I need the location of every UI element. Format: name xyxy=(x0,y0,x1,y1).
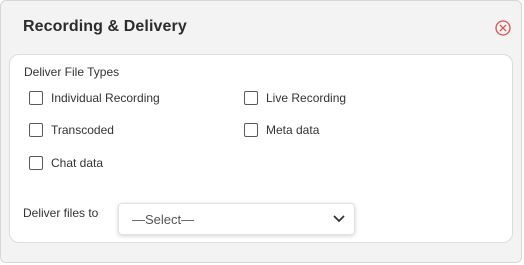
chat-data-checkbox[interactable] xyxy=(29,156,43,170)
option-individual-recording[interactable]: Individual Recording xyxy=(29,91,160,105)
option-label: Meta data xyxy=(266,123,320,137)
chevron-down-icon xyxy=(333,215,345,222)
deliver-files-to-label: Deliver files to xyxy=(23,206,99,220)
file-types-label: Deliver File Types xyxy=(24,65,120,79)
meta-data-checkbox[interactable] xyxy=(244,123,258,137)
deliver-destination-select[interactable]: —Select— xyxy=(118,203,355,235)
select-value: —Select— xyxy=(132,212,195,227)
individual-recording-checkbox[interactable] xyxy=(29,91,43,105)
close-circle-icon xyxy=(495,20,511,36)
option-label: Individual Recording xyxy=(51,91,160,105)
option-label: Transcoded xyxy=(51,123,114,137)
dialog-title: Recording & Delivery xyxy=(23,18,187,35)
transcoded-checkbox[interactable] xyxy=(29,123,43,137)
option-label: Live Recording xyxy=(266,91,347,105)
recording-delivery-dialog: Recording & Delivery Deliver File Types … xyxy=(0,0,522,263)
delivery-panel: Deliver File Types Individual Recording … xyxy=(9,54,513,243)
option-chat-data[interactable]: Chat data xyxy=(29,156,103,170)
option-live-recording[interactable]: Live Recording xyxy=(244,91,346,105)
dialog-header: Recording & Delivery xyxy=(1,1,521,53)
live-recording-checkbox[interactable] xyxy=(244,91,258,105)
option-meta-data[interactable]: Meta data xyxy=(244,123,319,137)
close-button[interactable] xyxy=(495,20,511,36)
option-transcoded[interactable]: Transcoded xyxy=(29,123,114,137)
option-label: Chat data xyxy=(51,156,104,170)
